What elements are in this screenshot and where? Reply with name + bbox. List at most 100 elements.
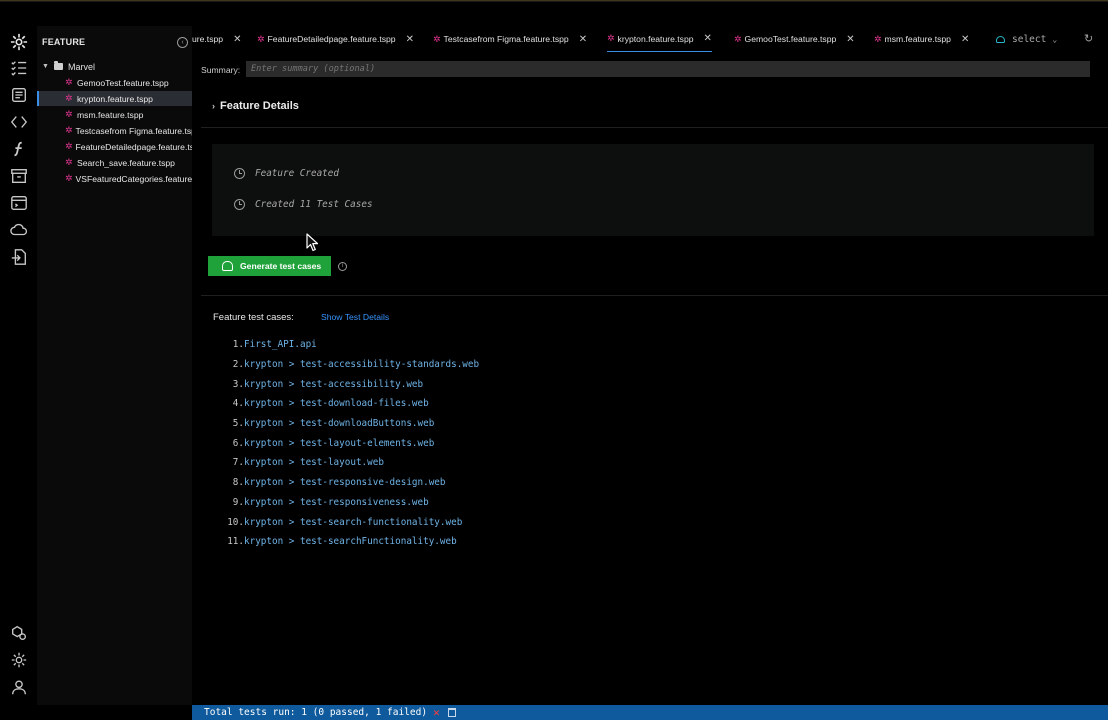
test-case-name[interactable]: krypton > test-responsive-design.web <box>244 477 446 488</box>
select-label: select <box>1012 33 1047 45</box>
list-item[interactable]: 8. krypton > test-responsive-design.web <box>218 473 479 493</box>
folder-marvel[interactable]: ▼ Marvel <box>37 59 192 74</box>
code-brackets-icon[interactable] <box>8 111 29 132</box>
folder-label: Marvel <box>68 61 96 72</box>
tree-item[interactable]: ✲ FeatureDetailedpage.feature.tspp <box>37 139 192 154</box>
tree-item[interactable]: ✲ Search_save.feature.tspp <box>37 155 192 170</box>
tab-featuredetailedpage[interactable]: ✲ FeatureDetailedpage.feature.tspp ✕ <box>257 26 414 52</box>
tree-item[interactable]: ✲ krypton.feature.tspp <box>37 91 192 106</box>
tree-item[interactable]: ✲ Testcasefrom Figma.feature.tspp <box>37 123 192 138</box>
test-case-name[interactable]: krypton > test-layout-elements.web <box>244 438 434 449</box>
feature-gear-icon: ✲ <box>65 77 73 87</box>
tab-partial[interactable]: ure.tspp ✕ <box>192 26 241 52</box>
close-icon[interactable]: ✕ <box>961 34 969 45</box>
summary-input[interactable] <box>246 61 1090 77</box>
feature-gear-icon: ✲ <box>65 157 73 167</box>
list-item[interactable]: 10. krypton > test-search-functionality.w… <box>218 512 479 532</box>
status-bar-left <box>0 705 192 720</box>
list-item[interactable]: 4. krypton > test-download-files.web <box>218 394 479 414</box>
refresh-icon[interactable]: ↻ <box>1084 33 1096 45</box>
test-case-number: 4. <box>232 398 244 410</box>
feature-details-toggle[interactable]: › Feature Details <box>212 100 299 112</box>
test-case-name[interactable]: krypton > test-accessibility.web <box>244 379 423 390</box>
cloud-icon[interactable] <box>8 219 29 240</box>
feature-explorer: FEATURE ‹ ▼ Marvel ✲ GemooTest.feature.t… <box>37 26 192 706</box>
import-file-icon[interactable] <box>8 246 29 267</box>
tree-item-label: Testcasefrom Figma.feature.tspp <box>75 125 192 136</box>
summary-label: Summary: <box>201 65 241 75</box>
tab-testcasefromfigma[interactable]: ✲ Testcasefrom Figma.feature.tspp ✕ <box>433 26 587 52</box>
cloud-icon <box>996 35 1005 43</box>
collapse-icon[interactable]: ‹ <box>177 37 188 48</box>
list-item[interactable]: 9. krypton > test-responsiveness.web <box>218 493 479 513</box>
test-case-name[interactable]: krypton > test-searchFunctionality.web <box>244 536 457 547</box>
test-case-name[interactable]: First_API.api <box>244 339 317 350</box>
tree-item[interactable]: ✲ VSFeaturedCategories.feature.tspp <box>37 171 192 186</box>
list-item[interactable]: 7. krypton > test-layout.web <box>218 453 479 473</box>
mouse-cursor-icon <box>306 233 319 252</box>
user-account-icon[interactable] <box>8 676 29 697</box>
close-icon[interactable]: ✕ <box>579 34 587 45</box>
list-item[interactable]: 6. krypton > test-layout-elements.web <box>218 433 479 453</box>
test-case-name[interactable]: krypton > test-responsiveness.web <box>244 497 429 508</box>
document-list-icon[interactable] <box>8 84 29 105</box>
test-case-number: 7. <box>232 457 244 469</box>
list-item[interactable]: 1. First_API.api <box>218 335 479 355</box>
test-case-number: 11. <box>227 536 244 548</box>
trash-icon[interactable] <box>447 708 456 717</box>
close-icon[interactable]: ✕ <box>846 34 854 45</box>
show-test-details-link[interactable]: Show Test Details <box>321 312 389 322</box>
close-icon[interactable]: ✕ <box>406 34 414 45</box>
test-case-number: 5. <box>232 418 244 430</box>
generate-test-cases-button[interactable]: Generate test cases <box>208 256 331 276</box>
test-case-list: 1. First_API.api 2. krypton > test-accessi… <box>218 335 479 552</box>
chevron-right-icon: › <box>212 101 215 111</box>
tree-item[interactable]: ✲ msm.feature.tspp <box>37 107 192 122</box>
function-icon[interactable] <box>8 138 29 159</box>
divider <box>201 127 1108 128</box>
folder-icon <box>54 61 63 70</box>
test-case-name[interactable]: krypton > test-download-files.web <box>244 398 429 409</box>
robot-icon <box>222 261 233 271</box>
test-run-summary: Total tests run: 1 (0 passed, 1 failed) <box>204 707 428 718</box>
environment-select[interactable]: select ⌄ <box>996 26 1057 52</box>
list-item[interactable]: 3. krypton > test-accessibility.web <box>218 374 479 394</box>
gear-logo-icon[interactable] <box>8 31 29 52</box>
tab-gemootest[interactable]: ✲ GemooTest.feature.tspp ✕ <box>734 26 855 52</box>
terminal-window-icon[interactable] <box>8 192 29 213</box>
test-case-name[interactable]: krypton > test-downloadButtons.web <box>244 418 434 429</box>
info-icon[interactable]: i <box>338 262 347 271</box>
feature-gear-icon: ✲ <box>607 33 615 43</box>
list-item[interactable]: 11. krypton > test-searchFunctionality.we… <box>218 532 479 552</box>
plugins-icon[interactable] <box>8 622 29 643</box>
test-case-number: 9. <box>232 496 244 508</box>
list-item[interactable]: 2. krypton > test-accessibility-standards… <box>218 355 479 375</box>
test-case-number: 1. <box>232 339 244 351</box>
sidebar-title: FEATURE <box>42 37 86 47</box>
test-case-name[interactable]: krypton > test-accessibility-standards.w… <box>244 359 479 370</box>
tab-krypton[interactable]: ✲ krypton.feature.tspp ✕ <box>607 26 712 52</box>
timeline-event: Created 11 Test Cases <box>234 199 373 210</box>
tree-item-label: VSFeaturedCategories.feature.tspp <box>75 173 192 184</box>
settings-gear-icon[interactable] <box>8 649 29 670</box>
test-case-number: 2. <box>232 359 244 371</box>
chevron-down-icon: ⌄ <box>1052 34 1058 44</box>
chevron-down-icon: ▼ <box>42 63 49 70</box>
test-case-number: 8. <box>232 477 244 489</box>
tree-item[interactable]: ✲ GemooTest.feature.tspp <box>37 75 192 90</box>
status-bar: Total tests run: 1 (0 passed, 1 failed) … <box>192 705 1108 720</box>
activity-timeline: Feature Created Created 11 Test Cases <box>212 144 1094 236</box>
close-icon[interactable]: ✕ <box>704 33 712 44</box>
feature-gear-icon: ✲ <box>65 141 73 151</box>
archive-box-icon[interactable] <box>8 165 29 186</box>
close-icon[interactable]: ✕ <box>233 34 241 45</box>
test-case-name[interactable]: krypton > test-search-functionality.web <box>244 517 462 528</box>
test-case-name[interactable]: krypton > test-layout.web <box>244 457 384 468</box>
tab-label: ure.tspp <box>192 34 224 44</box>
checklist-icon[interactable] <box>8 57 29 78</box>
tab-label: krypton.feature.tspp <box>617 33 694 44</box>
test-case-number: 6. <box>232 437 244 449</box>
tab-msm[interactable]: ✲ msm.feature.tspp ✕ <box>874 26 969 52</box>
list-item[interactable]: 5. krypton > test-downloadButtons.web <box>218 414 479 434</box>
tab-label: Testcasefrom Figma.feature.tspp <box>443 34 569 44</box>
